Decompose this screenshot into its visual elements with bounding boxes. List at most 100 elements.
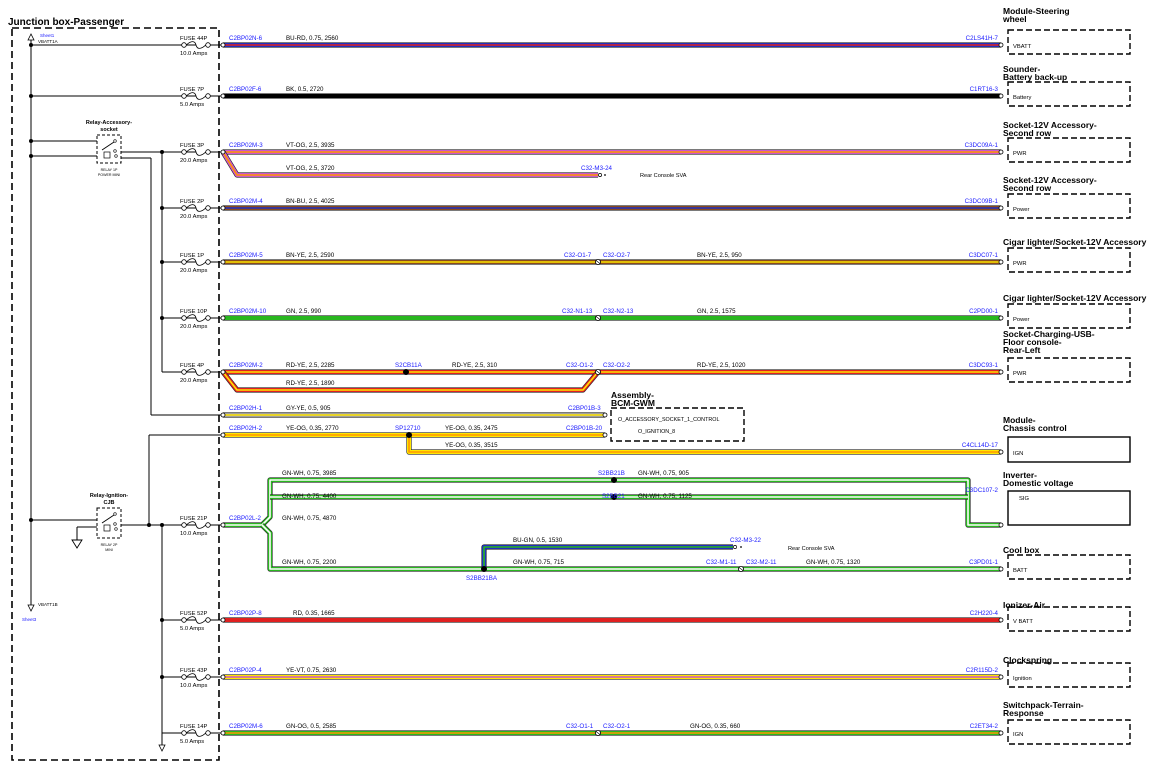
module-box: Ionizer-Air C2H220-4 V BATT xyxy=(970,600,1131,632)
module-pin-label: C3DC09A-1 xyxy=(965,142,999,149)
fuse-icon xyxy=(181,673,211,681)
vbatt-label-bottom: VBATT1B xyxy=(38,602,58,607)
pin-terminal xyxy=(998,315,1004,321)
module-title: wheel xyxy=(1002,14,1027,24)
module-pin-label: C3DC09B-1 xyxy=(965,198,999,205)
module-box: Clockspring C2R115D-2 Ignition xyxy=(966,655,1131,688)
connector-label: C32-O2-2 xyxy=(603,362,631,369)
wire-spec: RD, 0.35, 1665 xyxy=(293,610,335,617)
fuse-name: FUSE 7P xyxy=(180,87,204,93)
module-pin-label: C3PD01-1 xyxy=(969,559,998,566)
pin-label: C2BP02L-2 xyxy=(229,515,262,522)
pin-label: C2BP02P-4 xyxy=(229,667,262,674)
pin-label: C2BP02F-6 xyxy=(229,86,262,93)
ground-icon xyxy=(71,539,83,549)
connector-label: S2BB21 xyxy=(602,493,625,500)
pin-label: C2BP02H-1 xyxy=(229,405,263,412)
wire-spec: GN-WH, 0.75, 1320 xyxy=(806,559,861,566)
pin-label: C2BP02M-10 xyxy=(229,308,267,315)
pin-terminal xyxy=(220,315,226,321)
module-title: Cigar lighter/Socket-12V Accessory xyxy=(1003,237,1147,247)
pin-label: C2BP02M-6 xyxy=(229,723,263,730)
junction-box: Junction box-Passenger Sheet1 VBATT1A VB… xyxy=(8,17,223,761)
fuse-rating: 20.0 Amps xyxy=(180,324,207,330)
vbatt-label-top: VBATT1A xyxy=(38,39,58,44)
connector-label: C32-O2-1 xyxy=(603,723,631,730)
relay-ignition-sub2: MINI xyxy=(105,548,113,552)
wire-spec: GN, 2.5, 990 xyxy=(286,308,322,315)
module-signal-label: IGN xyxy=(1013,732,1023,738)
wire-spec: BU-GN, 0.5, 1530 xyxy=(513,537,563,544)
bcm-gwm-box: Assembly-BCM-GWMO_ACCESSORY_SOCKET_1_CON… xyxy=(610,390,745,442)
wire-spec: RD-YE, 2.5, 310 xyxy=(452,362,498,369)
pin-terminal xyxy=(602,432,608,438)
splice-s2bb21b xyxy=(611,477,617,483)
wire-spec: BN-BU, 2.5, 4025 xyxy=(286,198,335,205)
module-pin-label: C2PD00-1 xyxy=(969,308,998,315)
pin-terminal xyxy=(998,42,1004,48)
fuse-rating: 10.0 Amps xyxy=(180,683,207,689)
wire-spec: RD-YE, 2.5, 2285 xyxy=(286,362,335,369)
fuse-icon xyxy=(181,148,211,156)
wire-spec: RD-YE, 2.5, 1020 xyxy=(697,362,746,369)
pin-terminal xyxy=(998,449,1004,455)
wire-spec: YE-OG, 0.35, 3515 xyxy=(445,442,498,449)
connector-label: C32-N2-13 xyxy=(603,308,634,315)
pin-label: C2BP02H-2 xyxy=(229,425,263,432)
pin-label: C2BP02N-6 xyxy=(229,35,263,42)
fuse-fuse-44p: FUSE 44P 10.0 Amps xyxy=(180,36,223,57)
connector-label: S2CB11A xyxy=(395,362,423,369)
fuse-icon xyxy=(181,41,211,49)
wiring-diagram: Junction box-Passenger Sheet1 VBATT1A VB… xyxy=(8,6,1147,761)
module-box: Cigar lighter/Socket-12V Accessory C2PD00… xyxy=(969,293,1147,329)
sheet-label-top[interactable]: Sheet1 xyxy=(40,33,55,38)
wire-spec: YE-OG, 0.35, 2475 xyxy=(445,425,498,432)
module-title: Clockspring xyxy=(1003,655,1052,665)
fuse-rating: 20.0 Amps xyxy=(180,214,207,220)
module-pin-label: C3DC07-1 xyxy=(969,252,999,259)
module-title: Response xyxy=(1003,708,1044,718)
relay-ignition-cjb: Relay-Ignition- CJB RELAY 2P MINI xyxy=(90,493,128,552)
arrow-down-icon xyxy=(27,604,35,612)
module-signal-label: PWR xyxy=(1013,151,1027,157)
module-title: Battery back-up xyxy=(1003,72,1067,82)
wire-spec: BU-RD, 0.75, 2560 xyxy=(286,35,339,42)
module-box: Sounder-Battery back-upC1RT16-3Battery xyxy=(970,64,1131,107)
wire-spec: YE-VT, 0.75, 2630 xyxy=(286,667,337,674)
terminal-end xyxy=(598,173,602,177)
pin-terminal xyxy=(998,566,1004,572)
module-signal-label: SIG xyxy=(1019,496,1029,502)
fuse-rating: 20.0 Amps xyxy=(180,268,207,274)
wire-gn-wh-loop xyxy=(223,477,1001,528)
module-pin-label: C4CL14D-17 xyxy=(962,442,999,449)
fuse-icon xyxy=(181,368,211,376)
module-pin-label: C3DC93-1 xyxy=(969,362,999,369)
fuse-icon xyxy=(181,314,211,322)
module-title: Chassis control xyxy=(1003,423,1067,433)
module-title: Rear-Left xyxy=(1003,345,1040,355)
fuse-rating: 5.0 Amps xyxy=(180,626,204,632)
fuse-name: FUSE 10P xyxy=(180,309,208,315)
wire-spec: VT-OG, 2.5, 3935 xyxy=(286,142,335,149)
connector-label: S2BB21B xyxy=(598,470,625,477)
sheet-label-bottom[interactable]: Sheet3 xyxy=(22,617,37,622)
fuse-icon xyxy=(181,521,211,529)
module-signal-label: PWR xyxy=(1013,371,1027,377)
fuse-icon xyxy=(181,729,211,737)
relay-ignition-sub1: RELAY 2P xyxy=(101,543,118,547)
fuse-fuse-3p: FUSE 3P 20.0 Amps xyxy=(180,143,223,164)
connector-label: Rear Console SVA xyxy=(640,173,687,179)
pin-terminal xyxy=(220,617,226,623)
fuse-rating: 10.0 Amps xyxy=(180,531,207,537)
pin-terminal xyxy=(998,93,1004,99)
splice-s2bb21ba xyxy=(481,566,487,572)
wire-spec: GN-WH, 0.75, 715 xyxy=(513,559,564,566)
wire-spec: BK, 0.5, 2720 xyxy=(286,86,324,93)
inline-connector-c32-o1-7 xyxy=(595,258,601,266)
pin-terminal xyxy=(998,617,1004,623)
bcm-signal: O_ACCESSORY_SOCKET_1_CONTROL xyxy=(618,417,719,423)
arrow-down-icon xyxy=(158,744,166,752)
fuse-name: FUSE 44P xyxy=(180,36,208,42)
relay-accessory-title2: socket xyxy=(100,127,118,133)
bcm-signal: O_IGNITION_8 xyxy=(638,429,675,435)
